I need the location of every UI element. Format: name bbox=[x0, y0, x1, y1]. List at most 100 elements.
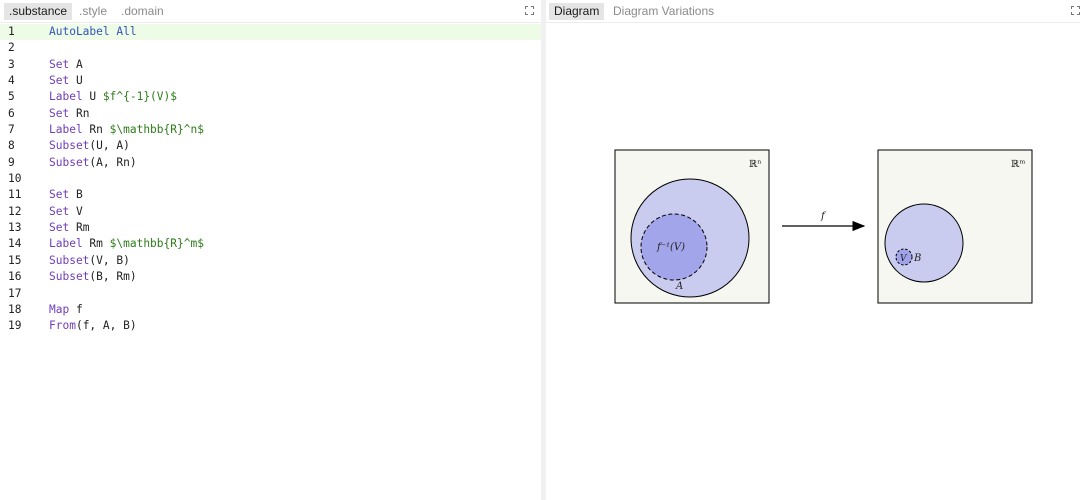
line-number: 14 bbox=[8, 237, 22, 251]
tab-diagram[interactable]: Diagram bbox=[549, 3, 605, 20]
code-line[interactable]: 8 Subset(U, A) bbox=[0, 138, 541, 154]
line-number: 10 bbox=[8, 172, 22, 186]
code-token: Subset bbox=[49, 270, 90, 284]
code-line[interactable]: 18 Map f bbox=[0, 302, 541, 318]
code-token: Map bbox=[49, 302, 70, 316]
code-token: U bbox=[69, 74, 83, 88]
tab-domain[interactable]: .domain bbox=[116, 3, 169, 20]
label-rn: ℝⁿ bbox=[749, 159, 762, 170]
code-line[interactable]: 3 Set A bbox=[0, 57, 541, 73]
code-token: $\mathbb{R}^n$ bbox=[109, 123, 204, 137]
expand-icon[interactable] bbox=[525, 6, 534, 15]
code-token: Set bbox=[49, 57, 70, 71]
label-a: A bbox=[675, 281, 683, 292]
label-u: f⁻¹(V) bbox=[656, 242, 685, 253]
line-number: 8 bbox=[8, 139, 15, 153]
line-text: Set B bbox=[49, 187, 83, 203]
code-line[interactable]: 10 bbox=[0, 171, 541, 187]
line-number: 7 bbox=[8, 123, 15, 137]
code-token: (B, Rm) bbox=[89, 270, 137, 284]
line-number: 4 bbox=[8, 74, 15, 88]
code-token: Label bbox=[49, 90, 83, 104]
code-token: (f, A, B) bbox=[75, 319, 137, 333]
code-token: B bbox=[69, 188, 83, 202]
editor-tab-bar: .substance .style .domain bbox=[0, 0, 541, 23]
line-number: 1 bbox=[8, 25, 15, 38]
code-token: (V, B) bbox=[89, 253, 130, 267]
label-rm: ℝᵐ bbox=[1011, 159, 1025, 170]
line-number: 3 bbox=[8, 57, 15, 71]
code-line[interactable]: 14 Label Rm $\mathbb{R}^m$ bbox=[0, 236, 541, 252]
line-number: 12 bbox=[8, 204, 22, 218]
code-line[interactable]: 15 Subset(V, B) bbox=[0, 253, 541, 269]
set-b-circle bbox=[884, 203, 964, 283]
code-token: Rn bbox=[82, 123, 110, 137]
tab-substance[interactable]: .substance bbox=[4, 3, 73, 20]
code-token: Subset bbox=[49, 139, 90, 153]
line-text: Subset(A, Rn) bbox=[49, 155, 137, 171]
code-token: $f^{-1}(V)$ bbox=[102, 90, 177, 104]
code-token: Label bbox=[49, 237, 83, 251]
code-token: Set bbox=[49, 74, 70, 88]
line-number: 9 bbox=[8, 155, 15, 169]
code-token: AutoLabel All bbox=[49, 25, 137, 38]
label-b: B bbox=[913, 253, 921, 264]
code-token: Subset bbox=[49, 253, 90, 267]
code-token: Rm bbox=[82, 237, 110, 251]
code-token: A bbox=[69, 57, 83, 71]
line-text: Label Rn $\mathbb{R}^n$ bbox=[49, 122, 204, 138]
code-token: Set bbox=[49, 221, 70, 235]
code-editor[interactable]: 1 AutoLabel All 2 3 Set A 4 Set U 5 Label U $f^{… bbox=[0, 24, 541, 335]
code-token: Set bbox=[49, 204, 70, 218]
line-number: 11 bbox=[8, 188, 22, 202]
line-text: Map f bbox=[49, 302, 83, 318]
substance-editor-pane: .substance .style .domain 1 AutoLabel All… bbox=[0, 0, 541, 500]
line-number: 5 bbox=[8, 90, 15, 104]
code-line[interactable]: 7 Label Rn $\mathbb{R}^n$ bbox=[0, 122, 541, 138]
code-token: f bbox=[69, 302, 83, 316]
line-text: Set Rn bbox=[49, 106, 89, 122]
code-line[interactable]: 2 bbox=[0, 40, 541, 56]
line-text: Label U $f^{-1}(V)$ bbox=[49, 89, 177, 105]
code-line[interactable]: 19 From(f, A, B) bbox=[0, 318, 541, 334]
code-line[interactable]: 4 Set U bbox=[0, 73, 541, 89]
code-line[interactable]: 1 AutoLabel All bbox=[0, 24, 541, 41]
diagram-canvas: ℝⁿ f⁻¹(V) A f ℝᵐ V B bbox=[614, 149, 1033, 304]
line-number: 16 bbox=[8, 270, 22, 284]
line-number: 18 bbox=[8, 302, 22, 316]
code-token: U bbox=[82, 90, 103, 104]
code-line[interactable]: 12 Set V bbox=[0, 204, 541, 220]
line-number: 17 bbox=[8, 286, 22, 300]
code-line[interactable]: 11 Set B bbox=[0, 187, 541, 203]
expand-icon[interactable] bbox=[1071, 6, 1080, 15]
line-text: Subset(V, B) bbox=[49, 253, 130, 269]
line-text: AutoLabel All bbox=[49, 24, 137, 40]
line-text: Subset(U, A) bbox=[49, 138, 130, 154]
line-text: From(f, A, B) bbox=[49, 318, 137, 334]
line-text: Set Rm bbox=[49, 220, 89, 236]
code-token: (A, Rn) bbox=[89, 155, 137, 169]
preview-tab-bar: Diagram Diagram Variations bbox=[546, 0, 1080, 23]
line-text: Set A bbox=[49, 57, 83, 73]
line-text: Label Rm $\mathbb{R}^m$ bbox=[49, 236, 204, 252]
code-token: Subset bbox=[49, 155, 90, 169]
code-token: From bbox=[49, 319, 76, 333]
line-number: 6 bbox=[8, 106, 15, 120]
line-number: 15 bbox=[8, 253, 22, 267]
code-line[interactable]: 13 Set Rm bbox=[0, 220, 541, 236]
code-line[interactable]: 16 Subset(B, Rm) bbox=[0, 269, 541, 285]
line-text: Subset(B, Rm) bbox=[49, 269, 137, 285]
diagram-preview-pane: Diagram Diagram Variations ℝⁿ f⁻¹(V) A f… bbox=[546, 0, 1080, 500]
code-line[interactable]: 17 bbox=[0, 286, 541, 302]
line-text: Set V bbox=[49, 204, 83, 220]
code-token: Label bbox=[49, 123, 83, 137]
code-line[interactable]: 6 Set Rn bbox=[0, 106, 541, 122]
tab-style[interactable]: .style bbox=[74, 3, 112, 20]
code-line[interactable]: 9 Subset(A, Rn) bbox=[0, 155, 541, 171]
code-token: Rm bbox=[69, 221, 90, 235]
line-number: 19 bbox=[8, 319, 22, 333]
code-token: (U, A) bbox=[89, 139, 130, 153]
code-token: $\mathbb{R}^m$ bbox=[109, 237, 204, 251]
tab-diagram-variations[interactable]: Diagram Variations bbox=[608, 3, 719, 20]
code-line[interactable]: 5 Label U $f^{-1}(V)$ bbox=[0, 89, 541, 105]
